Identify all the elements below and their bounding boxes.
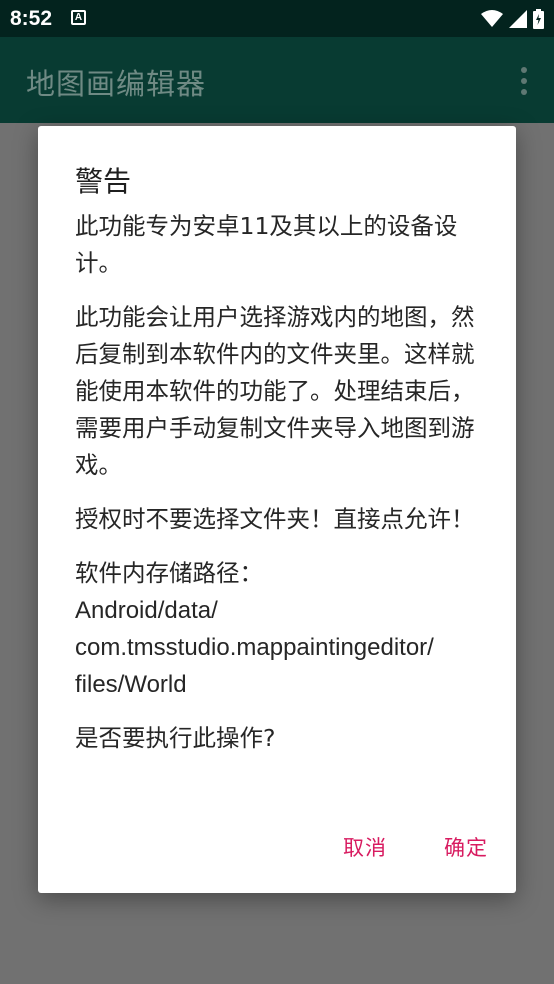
cancel-button[interactable]: 取消 — [343, 832, 387, 868]
warning-dialog: 警告 此功能专为安卓11及其以上的设备设计。 此功能会让用户选择游戏内的地图，然… — [38, 126, 516, 893]
dialog-question: 是否要执行此操作? — [75, 724, 276, 752]
storage-path: 软件内存储路径： Android/data/ com.tmsstudio.map… — [75, 555, 475, 703]
dialog-message: 此功能专为安卓11及其以上的设备设计。 此功能会让用户选择游戏内的地图，然后复制… — [75, 208, 475, 774]
battery-icon — [533, 9, 544, 29]
app-bar: 地图画编辑器 — [0, 37, 554, 123]
dialog-actions: 取消 确定 — [343, 832, 488, 868]
storage-path-line: com.tmsstudio.mappaintingeditor/ — [75, 634, 434, 661]
status-time: 8:52 — [10, 7, 53, 30]
more-vert-icon[interactable] — [520, 67, 528, 95]
storage-path-line: files/World — [75, 671, 187, 698]
dialog-paragraph: 此功能会让用户选择游戏内的地图，然后复制到本软件内的文件夹里。这样就能使用本软件… — [75, 303, 475, 479]
storage-path-line: Android/data/ — [75, 597, 218, 624]
status-bar: 8:52 A — [0, 0, 554, 37]
dialog-title: 警告 — [75, 165, 132, 198]
dialog-paragraph: 此功能专为安卓11及其以上的设备设计。 — [75, 212, 458, 277]
system-icons — [481, 8, 544, 30]
notification-icon: A — [71, 10, 86, 25]
dialog-paragraph: 授权时不要选择文件夹！直接点允许！ — [75, 505, 475, 533]
signal-icon — [509, 10, 527, 28]
app-title: 地图画编辑器 — [26, 67, 207, 101]
wifi-icon — [481, 10, 503, 27]
confirm-button[interactable]: 确定 — [444, 832, 488, 868]
storage-path-label: 软件内存储路径： — [75, 559, 263, 587]
